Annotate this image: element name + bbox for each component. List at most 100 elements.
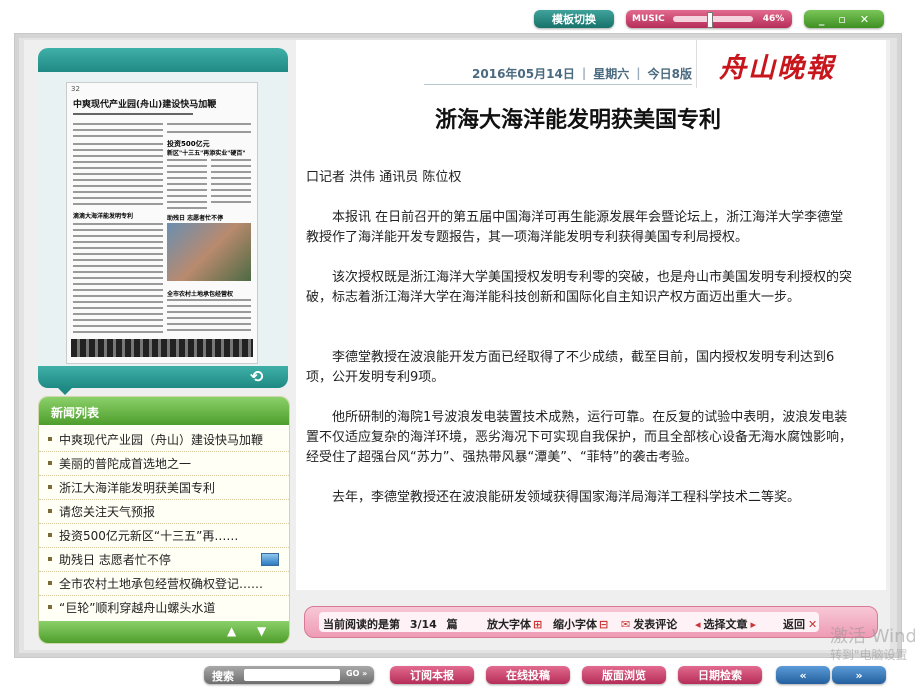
- double-left-icon: «: [799, 668, 807, 682]
- search-go-label: GO: [346, 669, 360, 678]
- search-label: 搜索: [212, 670, 234, 683]
- close-x-icon: ✕: [808, 618, 818, 631]
- minus-box-icon: ⊟: [599, 618, 609, 631]
- date-search-button[interactable]: 日期检索: [678, 666, 762, 684]
- activation-watermark-line1: 激活 Wind: [830, 626, 915, 647]
- window-controls: _ ▫ ✕: [804, 10, 884, 28]
- news-list-item[interactable]: 浙江大海洋能发明获美国专利: [39, 475, 289, 500]
- issue-edition-count: 今日8版: [647, 66, 692, 81]
- bullet-icon: [48, 581, 52, 585]
- enlarge-font-label: 放大字体: [487, 618, 531, 631]
- select-article-label: 选择文章: [703, 618, 748, 631]
- shrink-font-button[interactable]: 缩小字体 ⊟: [553, 616, 608, 632]
- music-label: MUSIC: [632, 14, 665, 24]
- news-list-item-label: “巨轮”顺利穿越舟山螺头水道: [59, 600, 216, 615]
- search-input[interactable]: [244, 669, 340, 681]
- reading-position-count: 3/14: [409, 618, 437, 631]
- maximize-icon[interactable]: ▫: [838, 13, 845, 26]
- news-list-item[interactable]: 投资500亿元新区“十三五”再……: [39, 523, 289, 548]
- news-list-item[interactable]: 全市农村土地承包经营权确权登记……: [39, 571, 289, 596]
- plus-box-icon: ⊞: [533, 618, 543, 631]
- music-volume-handle[interactable]: [706, 12, 713, 28]
- article-paragraph: 本报讯 在日前召开的第五届中国海洋可再生能源发展年会暨论坛上，浙江海洋大学李德堂…: [306, 210, 844, 245]
- music-level: 46%: [762, 14, 785, 24]
- news-list-item[interactable]: 中爽现代产业园（舟山）建设快马加鞭: [39, 427, 289, 452]
- article-paragraph: 该次授权既是浙江海洋大学美国授权发明专利零的突破，也是舟山市美国发明专利授权的突…: [306, 270, 853, 305]
- reading-position-suffix: 篇: [446, 618, 458, 631]
- issue-weekday: 星期六: [593, 66, 630, 81]
- news-list-item-label: 中爽现代产业园（舟山）建设快马加鞭: [59, 432, 264, 447]
- bullet-icon: [48, 485, 52, 489]
- scroll-up-icon[interactable]: ▲: [227, 624, 236, 638]
- thumbnail-header: [38, 48, 288, 72]
- activation-watermark-line2: 转到"电脑设置: [830, 648, 908, 662]
- issue-date: 2016年05月14日: [472, 66, 575, 81]
- article-title: 浙海大海洋能发明获美国专利: [434, 108, 721, 133]
- scroll-down-icon[interactable]: ▼: [257, 624, 266, 638]
- page-thumbnail-panel: 32 中爽现代产业园(舟山)建设快马加鞭 投资500亿元 新区"十三五"再添实业…: [38, 48, 288, 388]
- image-indicator-icon: [261, 553, 279, 566]
- masthead-logo: 舟山晚報: [696, 40, 873, 88]
- subscribe-label: 订阅本报: [410, 669, 454, 682]
- date-search-label: 日期检索: [698, 669, 742, 682]
- bullet-icon: [48, 461, 52, 465]
- double-right-icon: »: [855, 668, 863, 682]
- article-paragraph: 去年，李德堂教授还在波浪能研发领域获得国家海洋局海洋工程科学技术二等奖。: [332, 490, 801, 505]
- back-button[interactable]: 返回 ✕: [783, 616, 817, 632]
- bullet-icon: [48, 533, 52, 537]
- comment-label: 发表评论: [633, 618, 678, 631]
- news-list-item-label: 请您关注天气预报: [59, 504, 156, 519]
- subscribe-button[interactable]: 订阅本报: [390, 666, 474, 684]
- thumb-bottom-title: 全市农村土地承包经营权: [167, 291, 234, 298]
- submit-article-button[interactable]: 在线投稿: [486, 666, 570, 684]
- refresh-icon[interactable]: ⟲: [250, 367, 263, 386]
- shrink-font-label: 缩小字体: [553, 618, 597, 631]
- browse-pages-label: 版面浏览: [602, 669, 646, 682]
- next-page-button[interactable]: »: [832, 666, 886, 684]
- news-list-item[interactable]: “巨轮”顺利穿越舟山螺头水道: [39, 595, 289, 619]
- arrow-right-icon: ▸: [750, 618, 757, 631]
- previous-page-button[interactable]: «: [776, 666, 830, 684]
- back-label: 返回: [783, 618, 805, 631]
- page-thumbnail[interactable]: 32 中爽现代产业园(舟山)建设快马加鞭 投资500亿元 新区"十三五"再添实业…: [66, 82, 258, 364]
- music-control: MUSIC 46%: [626, 10, 792, 28]
- news-list-header: 新闻列表: [39, 397, 289, 425]
- thumb-photo-caption: 助残日 志愿者忙不停: [167, 215, 224, 222]
- article-paragraph: 他所研制的海院1号波浪发电装置技术成熟，运行可靠。在反复的试验中表明，波浪发电装…: [306, 410, 853, 465]
- thumb-mid-title: 滴滴大海洋能发明专利: [73, 213, 134, 220]
- bullet-icon: [48, 509, 52, 513]
- reading-position: 当前阅读的是第 3/14 篇: [323, 616, 458, 632]
- news-list-item[interactable]: 助残日 志愿者忙不停: [39, 547, 289, 572]
- bullet-icon: [48, 605, 52, 609]
- news-list-footer: ▲ ▼: [39, 621, 289, 643]
- bullet-icon: [48, 437, 52, 441]
- date-divider: |: [581, 66, 587, 80]
- reading-position-prefix: 当前阅读的是第: [323, 618, 400, 631]
- date-divider: |: [636, 66, 641, 80]
- browse-pages-button[interactable]: 版面浏览: [582, 666, 666, 684]
- music-volume-slider[interactable]: [672, 12, 753, 28]
- thumb-headline: 中爽现代产业园(舟山)建设快马加鞭: [73, 100, 217, 110]
- news-list-item-label: 美丽的普陀成首选地之一: [59, 456, 192, 471]
- thumb-subhead2: 新区"十三五"再添实业"硬百": [167, 150, 246, 157]
- news-list-item-label: 全市农村土地承包经营权确权登记……: [59, 576, 264, 591]
- minimize-icon[interactable]: _: [819, 13, 825, 26]
- close-icon[interactable]: ✕: [860, 13, 869, 26]
- news-list-item-label: 助残日 志愿者忙不停: [59, 552, 171, 567]
- thumbnail-footer: ⟲: [38, 366, 288, 388]
- template-switch-label: 模板切换: [552, 13, 596, 26]
- news-list-item[interactable]: 美丽的普陀成首选地之一: [39, 451, 289, 476]
- news-list-item-label: 浙江大海洋能发明获美国专利: [59, 480, 216, 495]
- bullet-icon: [48, 557, 52, 561]
- article-byline: 口记者 洪伟 通讯员 陈位权: [306, 170, 462, 185]
- news-list-item-label: 投资500亿元新区“十三五”再……: [59, 528, 239, 543]
- template-switch-button[interactable]: 模板切换: [534, 10, 614, 28]
- comment-button[interactable]: ✉ 发表评论: [621, 616, 677, 632]
- select-article-button[interactable]: ◂ 选择文章 ▸: [695, 616, 756, 632]
- reading-status-bar: 当前阅读的是第 3/14 篇 放大字体 ⊞ 缩小字体 ⊟ ✉ 发表评论 ◂ 选择文章 ▸ …: [304, 606, 878, 638]
- news-list-item[interactable]: 请您关注天气预报: [39, 499, 289, 524]
- news-list-title: 新闻列表: [51, 406, 100, 420]
- enlarge-font-button[interactable]: 放大字体 ⊞: [487, 616, 542, 632]
- news-list-panel: 新闻列表 中爽现代产业园（舟山）建设快马加鞭 美丽的普陀成首选地之一 浙江大海洋…: [38, 396, 290, 644]
- search-go-button[interactable]: GO »: [346, 669, 367, 678]
